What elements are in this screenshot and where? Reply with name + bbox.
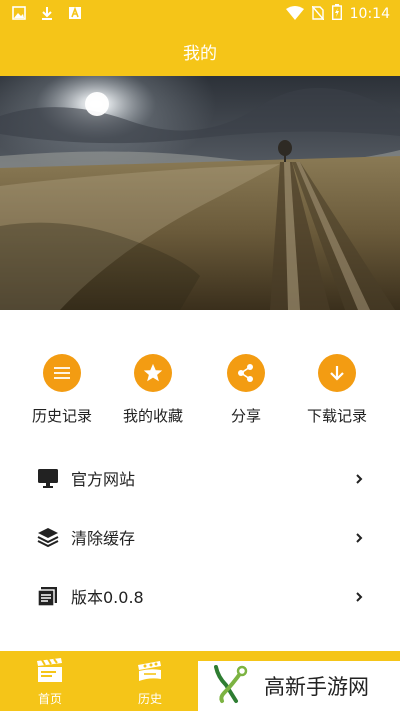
banner-image: [0, 76, 400, 310]
monitor-icon: [36, 466, 60, 490]
menu-label: 官方网站: [71, 470, 136, 489]
favorites-action[interactable]: 我的收藏: [108, 354, 198, 426]
status-time: 10:14: [349, 6, 390, 22]
chevron-right-icon: [354, 530, 364, 544]
download-icon: [40, 5, 54, 24]
wifi-icon: [285, 5, 304, 24]
image-icon: [12, 5, 26, 24]
list-icon: [43, 354, 81, 392]
downloads-action[interactable]: 下载记录: [292, 354, 382, 426]
nav-history[interactable]: 历史: [120, 657, 180, 707]
menu-item-clear-cache[interactable]: 清除缓存: [0, 515, 400, 559]
no-sim-icon: [311, 5, 325, 24]
chevron-right-icon: [354, 471, 364, 485]
share-action[interactable]: 分享: [201, 354, 291, 426]
menu-label: 清除缓存: [71, 529, 136, 548]
watermark-text: 高新手游网: [264, 675, 369, 699]
nav-home[interactable]: 首页: [20, 657, 80, 707]
menu-item-official-site[interactable]: 官方网站: [0, 456, 400, 500]
menu-label: 版本0.0.8: [71, 588, 144, 607]
nav-history-label: 历史: [137, 692, 162, 706]
downloads-label: 下载记录: [306, 407, 367, 425]
menu-item-version[interactable]: 版本0.0.8: [0, 574, 400, 618]
page-title: 我的: [183, 43, 217, 64]
chevron-right-icon: [354, 589, 364, 603]
favorites-label: 我的收藏: [122, 407, 183, 425]
battery-charging-icon: [331, 4, 342, 24]
watermark: 高新手游网: [198, 661, 400, 711]
document-icon: [36, 584, 60, 608]
layers-icon: [36, 525, 60, 549]
quick-actions: 历史记录 我的收藏 分享 下载记录: [0, 354, 400, 434]
status-bar: 10:14: [0, 0, 400, 26]
download-arrow-icon: [318, 354, 356, 392]
title-bar: 我的: [0, 26, 400, 76]
nav-home-label: 首页: [37, 692, 62, 706]
share-icon: [227, 354, 265, 392]
star-icon: [134, 354, 172, 392]
a-icon: [68, 5, 82, 24]
film-reel-icon: [136, 657, 164, 687]
history-label: 历史记录: [31, 407, 92, 425]
share-label: 分享: [230, 407, 261, 425]
watermark-logo-icon: [212, 663, 252, 709]
history-action[interactable]: 历史记录: [17, 354, 107, 426]
clapperboard-icon: [36, 657, 64, 687]
